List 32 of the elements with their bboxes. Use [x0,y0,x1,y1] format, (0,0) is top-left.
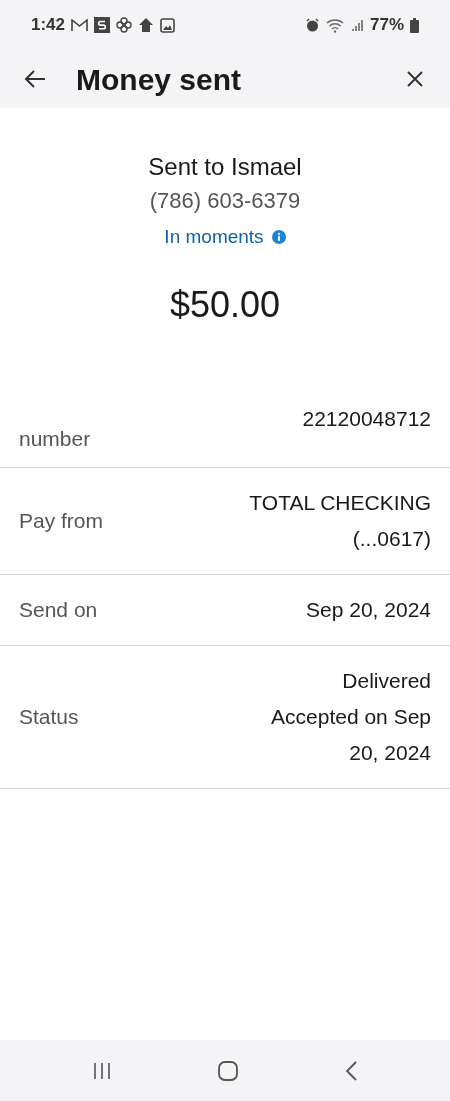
detail-value: TOTAL CHECKING [249,489,431,516]
detail-value: 22120048712 [302,405,431,432]
home-arrow-icon [138,17,155,33]
info-icon[interactable] [271,230,286,245]
alarm-icon [304,17,320,33]
amount: $50.00 [169,282,281,327]
detail-value: Accepted on Sep 20, 2024 [270,703,431,766]
fan-icon [116,17,133,33]
mail-icon [71,18,89,32]
close-icon [406,70,424,88]
detail-value: (...0617) [352,525,431,552]
battery-icon [410,17,419,33]
back-nav-icon[interactable] [343,1059,358,1082]
detail-label: number [19,425,92,452]
detail-label: Send on [19,596,99,623]
phone-number: (786) 603-6379 [149,187,301,215]
recipient-name: Sent to Ismael [148,152,302,182]
detail-label: Status [19,703,80,730]
signal-icon [351,18,364,32]
wifi-icon [325,17,346,33]
timing-text: In moments [164,225,264,249]
back-arrow-icon [23,69,47,89]
page-title: Money sent [76,61,242,98]
detail-value: Delivered [342,667,431,694]
image-icon [160,17,176,33]
app-icon [94,17,111,33]
detail-label: Pay from [19,507,105,534]
detail-value: Sep 20, 2024 [306,596,431,623]
status-time: 1:42 [31,14,66,37]
battery-percent: 77% [369,14,404,37]
recent-apps-icon[interactable] [92,1061,113,1080]
home-icon[interactable] [217,1059,239,1082]
